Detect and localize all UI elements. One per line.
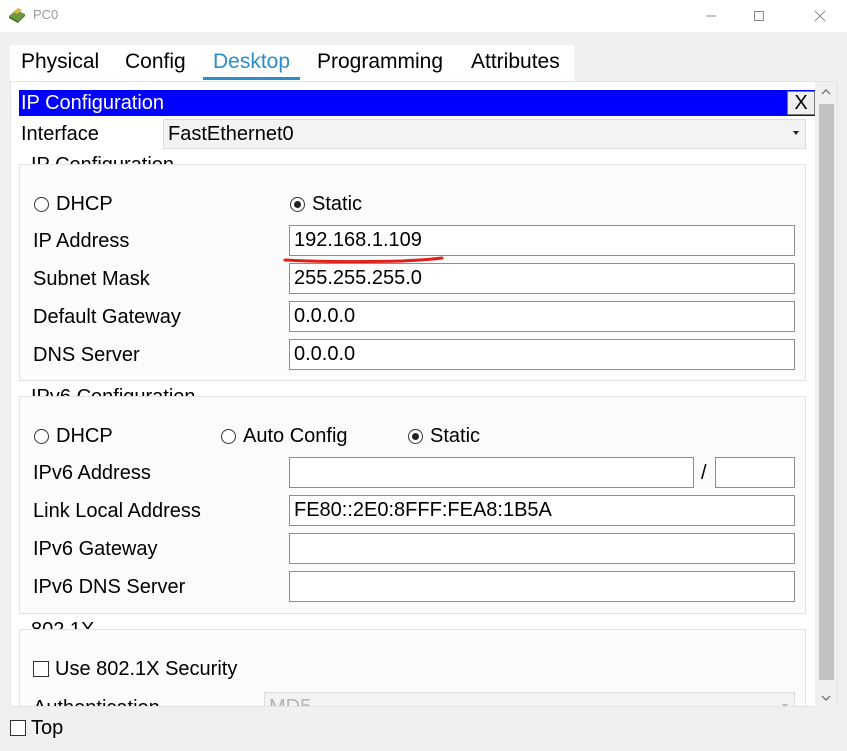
ipv6-dhcp-radio[interactable]	[34, 429, 49, 444]
panel-title: IP Configuration	[21, 92, 165, 114]
scroll-down-button[interactable]	[815, 688, 837, 708]
ipv6-auto-config-radio[interactable]	[221, 429, 236, 444]
interface-label: Interface	[21, 123, 99, 145]
chevron-down-icon	[782, 704, 788, 706]
ipv6-gateway-label: IPv6 Gateway	[33, 538, 158, 560]
ipv4-static-radio[interactable]	[290, 197, 305, 212]
dns-server-label: DNS Server	[33, 344, 140, 366]
prefix-separator: /	[701, 462, 707, 484]
ipv6-address-label: IPv6 Address	[33, 462, 151, 484]
ipv6-static-label: Static	[430, 425, 481, 447]
interface-select[interactable]: FastEthernet0	[163, 119, 806, 149]
tab-config[interactable]: Config	[114, 45, 197, 81]
link-local-address-label: Link Local Address	[33, 500, 201, 522]
tab-programming[interactable]: Programming	[306, 45, 454, 81]
minimize-button[interactable]	[688, 0, 734, 32]
ip-configuration-header: IP Configuration X	[19, 90, 816, 116]
ipv4-dhcp-label: DHCP	[56, 193, 113, 215]
authentication-label: Authentication	[33, 696, 160, 706]
maximize-button[interactable]	[736, 0, 782, 32]
authentication-select[interactable]: MD5	[264, 692, 795, 707]
ipv6-group: DHCP Auto Config Static IPv6 Address / L…	[19, 396, 806, 614]
chevron-down-icon	[793, 131, 799, 135]
authentication-value: MD5	[269, 696, 312, 707]
dot1x-group: Use 802.1X Security Authentication MD5	[19, 629, 806, 707]
interface-value: FastEthernet0	[168, 123, 294, 145]
default-gateway-label: Default Gateway	[33, 306, 181, 328]
packet-tracer-pc-icon	[7, 6, 27, 24]
close-icon	[814, 10, 826, 22]
ipv6-dns-server-label: IPv6 DNS Server	[33, 576, 186, 598]
window-close-button[interactable]	[797, 0, 843, 32]
ipv6-auto-config-label: Auto Config	[243, 425, 348, 447]
subnet-mask-field[interactable]: 255.255.255.0	[289, 263, 795, 294]
maximize-icon	[754, 11, 764, 21]
use-8021x-security-label: Use 802.1X Security	[55, 658, 238, 680]
ipv6-gateway-field[interactable]	[289, 533, 795, 564]
top-checkbox[interactable]	[10, 720, 26, 736]
window-title: PC0	[33, 7, 59, 22]
tab-physical[interactable]: Physical	[10, 45, 110, 81]
link-local-address-field[interactable]: FE80::2E0:8FFF:FEA8:1B5A	[289, 495, 795, 526]
ipv6-dns-server-field[interactable]	[289, 571, 795, 602]
ipv6-address-field[interactable]	[289, 457, 694, 488]
ip-configuration-panel: IP Configuration X Interface FastEtherne…	[10, 81, 838, 707]
top-label: Top	[31, 717, 64, 739]
ip-address-label: IP Address	[33, 230, 130, 252]
tab-desktop[interactable]: Desktop	[202, 45, 301, 81]
ipv4-group: DHCP Static IP Address 192.168.1.109 Sub…	[19, 164, 806, 381]
ipv4-static-label: Static	[312, 193, 363, 215]
tab-attributes[interactable]: Attributes	[460, 45, 571, 81]
scrollbar-thumb[interactable]	[819, 104, 834, 680]
chevron-up-icon	[821, 89, 831, 95]
ipv6-prefix-field[interactable]	[715, 457, 795, 488]
tab-bar: Physical Config Desktop Programming Attr…	[10, 45, 574, 81]
dns-server-field[interactable]: 0.0.0.0	[289, 339, 795, 370]
ipv4-dhcp-radio[interactable]	[34, 197, 49, 212]
ipv6-dhcp-label: DHCP	[56, 425, 113, 447]
ipv6-static-radio[interactable]	[408, 429, 423, 444]
use-8021x-security-checkbox[interactable]	[33, 661, 49, 677]
minimize-icon	[706, 15, 716, 17]
title-bar: PC0	[0, 0, 847, 32]
window-body: Physical Config Desktop Programming Attr…	[0, 32, 847, 751]
chevron-down-icon	[821, 695, 831, 701]
default-gateway-field[interactable]: 0.0.0.0	[289, 301, 795, 332]
scroll-up-button[interactable]	[815, 82, 837, 102]
panel-close-button[interactable]: X	[787, 91, 815, 115]
subnet-mask-label: Subnet Mask	[33, 268, 150, 290]
ip-address-field[interactable]: 192.168.1.109	[289, 225, 795, 256]
vertical-scrollbar[interactable]	[815, 82, 837, 708]
